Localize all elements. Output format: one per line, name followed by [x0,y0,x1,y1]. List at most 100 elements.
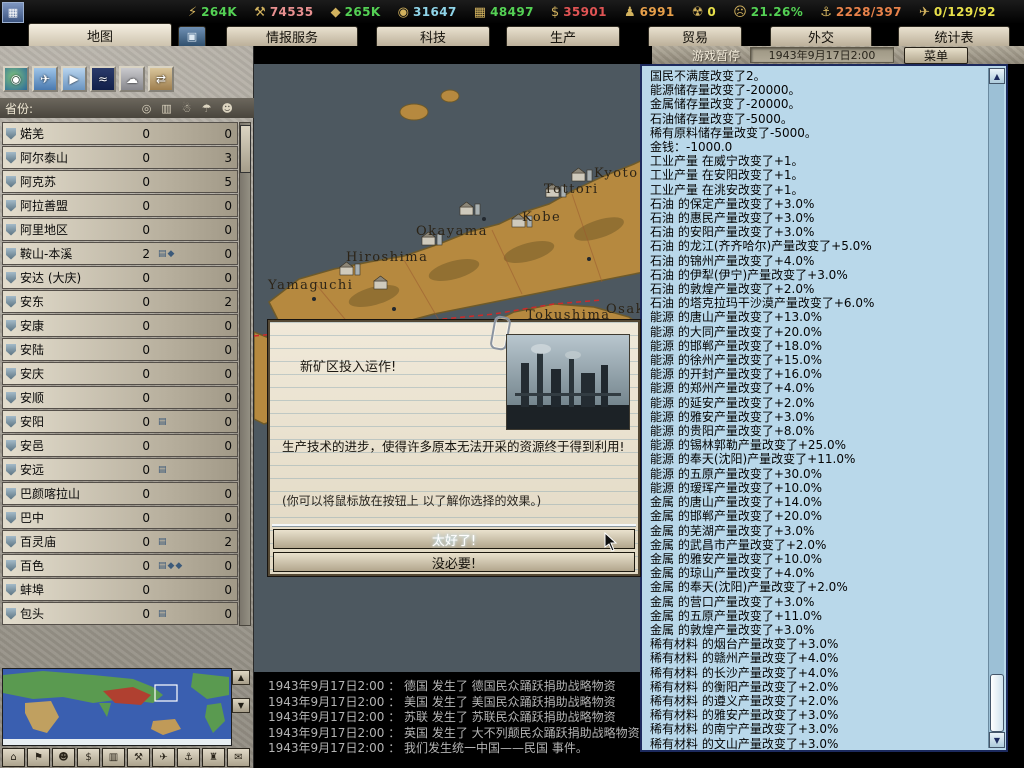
toolbar-button[interactable]: ✈ [152,748,175,767]
province-row[interactable]: 阿尔泰山 0 3 [2,146,238,169]
province-scrollbar[interactable] [239,122,251,626]
mapmode-button[interactable]: ☁ [119,66,145,92]
province-row[interactable]: 包头 0 ▤ 0 [2,602,238,625]
tab-picture-button[interactable]: ▣ [178,26,206,46]
province-value-1: 0 [134,535,150,549]
province-value-1: 0 [134,271,150,285]
province-name: 安陆 [20,341,134,358]
province-row[interactable]: 阿克苏 0 5 [2,170,238,193]
mapmode-button[interactable]: ✈ [32,66,58,92]
province-row[interactable]: 阿里地区 0 0 [2,218,238,241]
event-report-line: 能源 的奉天(沈阳)产量改变了+11.0% [650,452,986,466]
minimap-scroll-up-button[interactable]: ▲ [232,670,250,685]
toolbar-button[interactable]: ♜ [202,748,225,767]
resource-icon: ⚓ [820,6,832,19]
province-value-1: 0 [134,463,150,477]
tab-technology[interactable]: 科技 [376,26,490,46]
province-row[interactable]: 安康 0 0 [2,314,238,337]
event-report-line: 能源 的徐州产量改变了+15.0% [650,353,986,367]
menu-button[interactable]: 菜单 [904,47,968,64]
province-row[interactable]: 安达 (大庆) 0 0 [2,266,238,289]
resource-value: 265K [345,5,381,19]
tab-map[interactable]: 地图 [28,23,172,46]
tab-trade[interactable]: 贸易 [648,26,742,46]
event-report-line: 石油 的塔克拉玛干沙漠产量改变了+6.0% [650,296,986,310]
filter-icon[interactable]: ☃ [182,102,192,115]
province-list: 婼羌 0 0 阿尔泰山 0 3 阿克苏 0 5 [2,122,238,626]
mapmode-button[interactable]: ≈ [90,66,116,92]
province-row[interactable]: 蚌埠 0 0 [2,578,238,601]
event-report-line: 能源 的开封产量改变了+16.0% [650,367,986,381]
toolbar-button[interactable]: ⚑ [27,748,50,767]
event-accept-button[interactable]: 太好了! [273,529,635,549]
province-row[interactable]: 巴颜喀拉山 0 0 [2,482,238,505]
province-name: 包头 [20,605,134,622]
province-shield-icon [6,128,16,140]
map-edge-strip [1008,64,1024,768]
province-row[interactable]: 安顺 0 0 [2,386,238,409]
province-row[interactable]: 安阳 0 ▤ 0 [2,410,238,433]
tab-statistics[interactable]: 统计表 [898,26,1010,46]
event-report-line: 能源 的五原产量改变了+30.0% [650,467,986,481]
province-shield-icon [6,296,16,308]
resource-icon: ◆ [331,6,341,19]
toolbar-button[interactable]: $ [77,748,100,767]
province-row[interactable]: 安东 0 2 [2,290,238,313]
toolbar-button[interactable]: ✉ [227,748,250,767]
event-report-line: 稀有原料储存量改变了-5000。 [650,126,986,140]
event-panel-scrollbar[interactable]: ▲ ▼ [988,68,1004,748]
scroll-up-icon[interactable]: ▲ [989,68,1005,84]
event-report-line: 能源 的锡林郭勒产量改变了+25.0% [650,438,986,452]
province-value-2: 0 [212,487,234,501]
province-row[interactable]: 鞍山-本溪 2 ▤◆ 0 [2,242,238,265]
toolbar-button[interactable]: ☻ [52,748,75,767]
toolbar-button[interactable]: ⚓ [177,748,200,767]
minimap[interactable] [2,668,232,746]
event-panel-scroll-thumb[interactable] [990,674,1004,732]
resource-list: ⚡ 264K ⚒ 74535 ◆ 265K ◉ 31647 ▦ 48497 $ … [188,0,1010,24]
toolbar-button[interactable]: ⌂ [2,748,25,767]
province-value-2: 0 [212,319,234,333]
province-shield-icon [6,464,16,476]
mapmode-button[interactable]: ◉ [3,66,29,92]
province-row[interactable]: 巴中 0 0 [2,506,238,529]
paused-label: 游戏暂停 [692,47,740,64]
filter-icon[interactable]: ▥ [161,102,171,115]
province-list-header: 省份: ◎▥☃☂☻ [0,98,254,118]
resource-icon: ◉ [398,6,409,19]
toolbar-button[interactable]: ⚒ [127,748,150,767]
filter-icon[interactable]: ☂ [202,102,212,115]
province-shield-icon [6,200,16,212]
tab-diplomacy[interactable]: 外交 [770,26,872,46]
resource-item: ✈ 0/129/92 [919,5,996,19]
province-row[interactable]: 安邑 0 0 [2,434,238,457]
province-value-2: 0 [212,223,234,237]
filter-icon[interactable]: ☻ [222,102,233,115]
tab-intelligence[interactable]: 情报服务 [226,26,358,46]
event-report-line: 能源 的瑷珲产量改变了+10.0% [650,481,986,495]
toolbar-button[interactable]: ▥ [102,748,125,767]
event-decline-button[interactable]: 没必要! [273,552,635,572]
scroll-down-icon[interactable]: ▼ [989,732,1005,748]
mapmode-button[interactable]: ▶ [61,66,87,92]
province-shield-icon [6,320,16,332]
province-row[interactable]: 安庆 0 0 [2,362,238,385]
resource-value: 2228/397 [836,5,902,19]
province-row[interactable]: 百灵庙 0 ▤ 2 [2,530,238,553]
province-row[interactable]: 安陆 0 0 [2,338,238,361]
province-row[interactable]: 安远 0 ▤ [2,458,238,481]
province-scroll-thumb[interactable] [240,125,251,173]
event-report-line: 稀有材料 的遵义产量改变了+2.0% [650,694,986,708]
province-row[interactable]: 百色 0 ▤◆◆ 0 [2,554,238,577]
event-report-line: 石油 的伊犁(伊宁)产量改变了+3.0% [650,268,986,282]
province-resource-icons: ▤ [150,537,212,547]
resource-icon: ⚡ [188,6,197,19]
province-row[interactable]: 婼羌 0 0 [2,122,238,145]
minimap-scroll-down-button[interactable]: ▼ [232,698,250,713]
province-row[interactable]: 阿拉善盟 0 0 [2,194,238,217]
mapmode-button[interactable]: ⇄ [148,66,174,92]
filter-icon[interactable]: ◎ [142,102,152,115]
event-report-line: 工业产量 在洮安改变了+1。 [650,183,986,197]
tab-production[interactable]: 生产 [506,26,620,46]
window-icon[interactable]: ▦ [2,2,24,23]
